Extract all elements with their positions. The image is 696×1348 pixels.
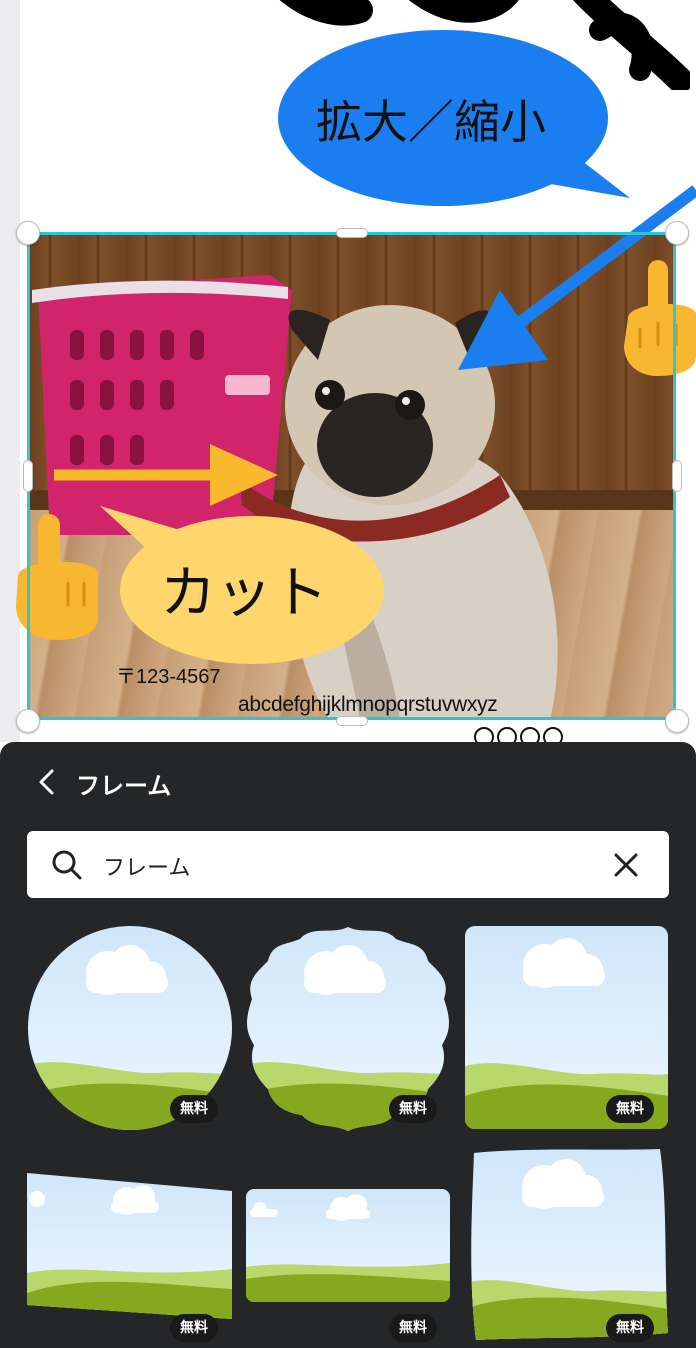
pointing-finger-icon xyxy=(624,260,696,376)
design-canvas[interactable]: 拡大／縮小 カット 〒123-4567 abcdefghijklmnopqrst… xyxy=(0,0,696,742)
resize-handle-left[interactable] xyxy=(23,460,33,492)
frame-rectangle[interactable] xyxy=(246,1189,450,1302)
frame-wavy-square[interactable] xyxy=(464,1147,668,1340)
frames-panel: フレーム 無料 xyxy=(0,742,696,1348)
free-badge: 無料 xyxy=(389,1314,437,1342)
frame-skewed[interactable] xyxy=(27,1173,232,1319)
postal-code-text[interactable]: 〒123-4567 xyxy=(116,660,221,689)
resize-handle-bottom-left[interactable] xyxy=(16,709,40,733)
resize-handle-right[interactable] xyxy=(672,460,682,492)
resize-handle-bottom[interactable] xyxy=(336,716,368,726)
yellow-bubble-label: カット xyxy=(160,561,328,626)
free-badge: 無料 xyxy=(389,1095,437,1123)
free-badge: 無料 xyxy=(170,1314,218,1342)
close-icon xyxy=(614,853,638,877)
search-input[interactable] xyxy=(101,841,585,890)
alphabet-text[interactable]: abcdefghijklmnopqrstuvwxyz xyxy=(238,693,498,717)
clear-search-button[interactable] xyxy=(611,850,641,880)
chevron-left-icon xyxy=(39,769,54,795)
free-badge: 無料 xyxy=(606,1314,654,1342)
resize-handle-top[interactable] xyxy=(336,228,368,238)
free-badge: 無料 xyxy=(606,1095,654,1123)
blue-bubble-label: 拡大／縮小 xyxy=(316,95,546,149)
circle-glyphs xyxy=(474,727,563,742)
pointing-finger-icon xyxy=(16,514,98,640)
panel-title: フレーム xyxy=(76,772,172,800)
search-box[interactable] xyxy=(27,831,669,898)
free-badge: 無料 xyxy=(170,1095,218,1123)
back-button[interactable] xyxy=(28,762,64,802)
resize-handle-top-right[interactable] xyxy=(665,221,689,245)
resize-handle-top-left[interactable] xyxy=(16,221,40,245)
search-icon xyxy=(52,850,82,880)
resize-handle-bottom-right[interactable] xyxy=(665,709,689,733)
